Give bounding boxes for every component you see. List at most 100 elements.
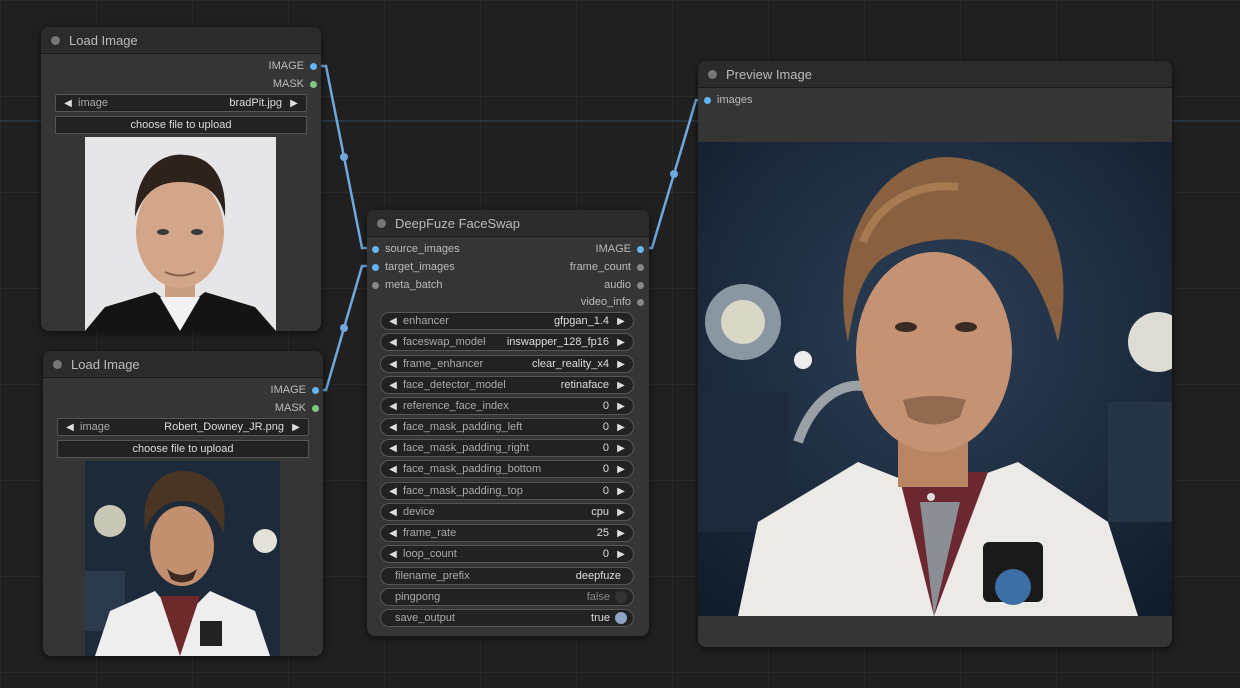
widget-value: clear_reality_x4 — [531, 358, 609, 370]
slot-dot-icon[interactable] — [372, 281, 379, 289]
widget-enhancer[interactable]: ◀ enhancer gfpgan_1.4 ▶ — [380, 312, 634, 330]
input-slot-target-images[interactable]: target_images — [372, 260, 455, 274]
right-arrow-icon[interactable]: ▶ — [615, 486, 627, 497]
slot-dot-icon[interactable] — [312, 404, 319, 412]
widget-label: image — [78, 97, 108, 109]
output-slot-image[interactable]: IMAGE — [271, 383, 319, 397]
slot-dot-icon[interactable] — [372, 245, 379, 253]
widget-label: frame_enhancer — [403, 358, 484, 370]
left-arrow-icon[interactable]: ◀ — [62, 98, 74, 109]
left-arrow-icon[interactable]: ◀ — [387, 422, 399, 433]
slot-dot-icon[interactable] — [704, 96, 711, 104]
widget-loop-count[interactable]: ◀ loop_count 0 ▶ — [380, 545, 634, 563]
collapse-dot-icon[interactable] — [51, 35, 60, 45]
toggle-save-output[interactable]: save_output true — [380, 609, 634, 627]
left-arrow-icon[interactable]: ◀ — [387, 316, 399, 327]
widget-label: face_detector_model — [403, 379, 506, 391]
widget-face-detector-model[interactable]: ◀ face_detector_model retinaface ▶ — [380, 376, 634, 394]
slot-dot-icon[interactable] — [310, 80, 317, 88]
deepfuze-faceswap-node[interactable]: DeepFuze FaceSwap source_images target_i… — [367, 210, 649, 636]
left-arrow-icon[interactable]: ◀ — [387, 443, 399, 454]
right-arrow-icon[interactable]: ▶ — [615, 401, 627, 412]
slot-dot-icon[interactable] — [312, 386, 319, 394]
right-arrow-icon[interactable]: ▶ — [288, 98, 300, 109]
input-slot-source-images[interactable]: source_images — [372, 242, 460, 256]
widget-face-mask-padding-top[interactable]: ◀ face_mask_padding_top 0 ▶ — [380, 482, 634, 500]
right-arrow-icon[interactable]: ▶ — [615, 528, 627, 539]
widget-frame-enhancer[interactable]: ◀ frame_enhancer clear_reality_x4 ▶ — [380, 355, 634, 373]
widget-faceswap-model[interactable]: ◀ faceswap_model inswapper_128_fp16 ▶ — [380, 333, 634, 351]
load-image-node-2[interactable]: Load Image IMAGE MASK ◀ image Robert_Dow… — [43, 351, 323, 656]
input-slot-meta-batch[interactable]: meta_batch — [372, 278, 442, 292]
collapse-dot-icon[interactable] — [708, 69, 717, 79]
slot-dot-icon[interactable] — [372, 263, 379, 271]
left-arrow-icon[interactable]: ◀ — [387, 380, 399, 391]
widget-face-mask-padding-right[interactable]: ◀ face_mask_padding_right 0 ▶ — [380, 439, 634, 457]
output-slot-video-info[interactable]: video_info — [581, 295, 644, 309]
widget-device[interactable]: ◀ device cpu ▶ — [380, 503, 634, 521]
widget-value[interactable]: deepfuze — [576, 570, 627, 582]
toggle-pingpong[interactable]: pingpong false — [380, 588, 634, 606]
right-arrow-icon[interactable]: ▶ — [615, 443, 627, 454]
output-slot-image[interactable]: IMAGE — [269, 59, 317, 73]
node-title-bar[interactable]: DeepFuze FaceSwap — [367, 210, 649, 237]
widget-face-mask-padding-bottom[interactable]: ◀ face_mask_padding_bottom 0 ▶ — [380, 460, 634, 478]
output-slot-frame-count[interactable]: frame_count — [570, 260, 644, 274]
left-arrow-icon[interactable]: ◀ — [387, 359, 399, 370]
widget-value: Robert_Downey_JR.png — [164, 421, 284, 433]
left-arrow-icon[interactable]: ◀ — [387, 528, 399, 539]
left-arrow-icon[interactable]: ◀ — [387, 464, 399, 475]
widget-value: bradPit.jpg — [229, 97, 282, 109]
preview-image-node[interactable]: Preview Image images — [698, 61, 1172, 647]
node-title: Preview Image — [726, 66, 812, 82]
right-arrow-icon[interactable]: ▶ — [615, 337, 627, 348]
widget-reference-face-index[interactable]: ◀ reference_face_index 0 ▶ — [380, 397, 634, 415]
widget-label: filename_prefix — [395, 570, 470, 582]
right-arrow-icon[interactable]: ▶ — [615, 464, 627, 475]
widget-label: reference_face_index — [403, 400, 509, 412]
left-arrow-icon[interactable]: ◀ — [387, 486, 399, 497]
image-combo-widget[interactable]: ◀ image bradPit.jpg ▶ — [55, 94, 307, 112]
link-midpoint — [340, 324, 348, 332]
image-combo-widget[interactable]: ◀ image Robert_Downey_JR.png ▶ — [57, 418, 309, 436]
right-arrow-icon[interactable]: ▶ — [615, 380, 627, 391]
input-slot-images[interactable]: images — [704, 93, 752, 107]
right-arrow-icon[interactable]: ▶ — [615, 507, 627, 518]
left-arrow-icon[interactable]: ◀ — [387, 549, 399, 560]
slot-dot-icon[interactable] — [637, 263, 644, 271]
upload-button[interactable]: choose file to upload — [57, 440, 309, 458]
right-arrow-icon[interactable]: ▶ — [615, 316, 627, 327]
left-arrow-icon[interactable]: ◀ — [387, 507, 399, 518]
left-arrow-icon[interactable]: ◀ — [64, 422, 76, 433]
collapse-dot-icon[interactable] — [53, 359, 62, 369]
slot-dot-icon[interactable] — [637, 245, 644, 253]
slot-dot-icon[interactable] — [637, 281, 644, 289]
right-arrow-icon[interactable]: ▶ — [615, 359, 627, 370]
left-arrow-icon[interactable]: ◀ — [387, 337, 399, 348]
slot-dot-icon[interactable] — [637, 298, 644, 306]
upload-button[interactable]: choose file to upload — [55, 116, 307, 134]
node-title-bar[interactable]: Load Image — [41, 27, 321, 54]
output-slot-mask[interactable]: MASK — [275, 401, 319, 415]
toggle-off-icon[interactable] — [615, 591, 627, 603]
widget-value: false — [586, 591, 610, 603]
toggle-on-icon[interactable] — [615, 612, 627, 624]
output-slot-mask[interactable]: MASK — [273, 77, 317, 91]
widget-filename-prefix[interactable]: filename_prefix deepfuze — [380, 567, 634, 585]
output-slot-image[interactable]: IMAGE — [596, 242, 644, 256]
node-title: Load Image — [71, 356, 140, 372]
node-title-bar[interactable]: Preview Image — [698, 61, 1172, 88]
slot-dot-icon[interactable] — [310, 62, 317, 70]
slot-label: images — [717, 94, 753, 106]
widget-frame-rate[interactable]: ◀ frame_rate 25 ▶ — [380, 524, 634, 542]
output-slot-audio[interactable]: audio — [604, 278, 644, 292]
collapse-dot-icon[interactable] — [377, 218, 386, 228]
widget-face-mask-padding-left[interactable]: ◀ face_mask_padding_left 0 ▶ — [380, 418, 634, 436]
node-title-bar[interactable]: Load Image — [43, 351, 323, 378]
load-image-node-1[interactable]: Load Image IMAGE MASK ◀ image bradPit.jp… — [41, 27, 321, 331]
right-arrow-icon[interactable]: ▶ — [615, 549, 627, 560]
link-image1-to-source — [314, 64, 374, 250]
left-arrow-icon[interactable]: ◀ — [387, 401, 399, 412]
right-arrow-icon[interactable]: ▶ — [615, 422, 627, 433]
right-arrow-icon[interactable]: ▶ — [290, 422, 302, 433]
